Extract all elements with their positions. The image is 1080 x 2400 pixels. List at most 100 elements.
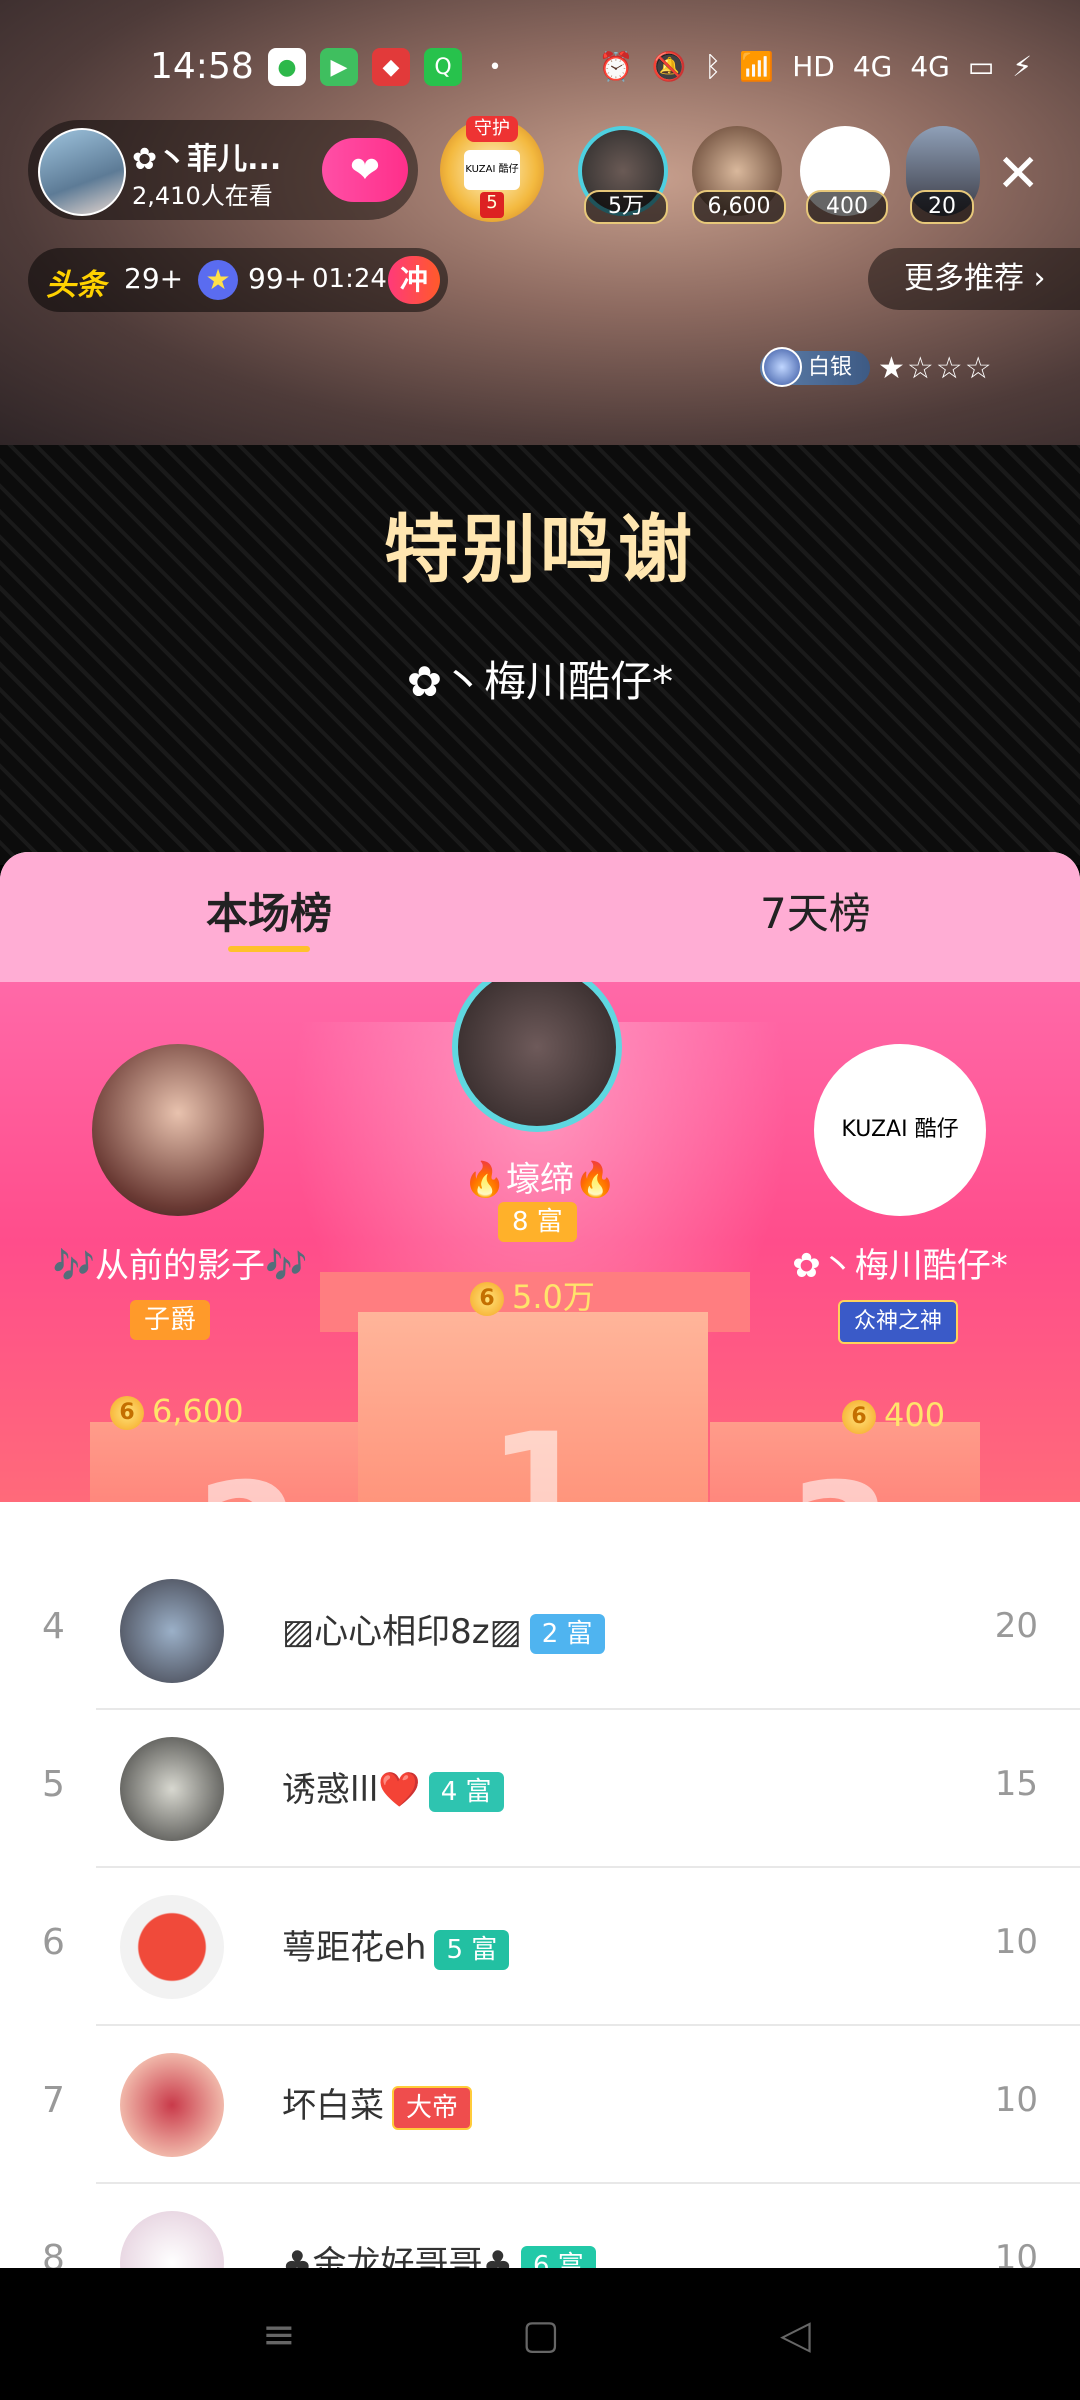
list-item[interactable]: 5 诱惑lll❤️ 4 富 15	[0, 1710, 1080, 1868]
home-icon[interactable]: ▢	[522, 2312, 560, 2358]
coin-icon: 6	[842, 1400, 876, 1434]
tab-underline	[228, 946, 310, 952]
third-place-coin-value: 400	[884, 1396, 946, 1434]
guard-badge[interactable]: 守护 KUZAI 酷仔 5	[440, 116, 544, 222]
second-place-coins: 6 6,600	[110, 1392, 244, 1430]
guard-logo: KUZAI 酷仔	[464, 150, 520, 190]
third-place-coins: 6 400	[842, 1396, 945, 1434]
battery-icon: ▭	[967, 50, 995, 83]
wechat-icon: ●	[268, 48, 306, 86]
host-level: 白银 ★☆☆☆	[760, 347, 994, 388]
tab-seven-days[interactable]: 7天榜	[760, 880, 871, 941]
back-icon[interactable]: ◁	[780, 2312, 811, 2358]
app-icon: ◆	[372, 48, 410, 86]
first-place-coin-value: 5.0万	[512, 1278, 595, 1316]
first-place-wealth-badge: 8 富	[498, 1202, 577, 1242]
list-name-text: 萼距花eh	[282, 1928, 427, 1968]
more-recommend-button[interactable]: 更多推荐 ›	[868, 248, 1080, 310]
wifi-icon: 📶	[739, 50, 775, 83]
avatar[interactable]	[120, 2211, 224, 2272]
third-place-rank-badge: 众神之神	[838, 1300, 959, 1344]
avatar[interactable]	[120, 1895, 224, 1999]
list-name-text: 坏白菜	[282, 2086, 384, 2126]
list-rank: 8	[42, 2238, 65, 2272]
avatar[interactable]	[120, 1579, 224, 1683]
play-store-icon: ▶	[320, 48, 358, 86]
list-score: 15	[994, 1764, 1038, 1804]
thanks-title: 特别鸣谢	[384, 507, 696, 593]
wealth-badge: 4 富	[428, 1771, 504, 1812]
bluetooth-icon: ᛒ	[704, 50, 722, 83]
list-name: 萼距花eh 5 富	[282, 1920, 510, 1970]
list-rank: 5	[42, 1764, 65, 1805]
list-rank: 7	[42, 2080, 65, 2121]
third-place-avatar[interactable]: KUZAI 酷仔	[814, 1044, 986, 1216]
close-icon[interactable]: ✕	[996, 144, 1040, 204]
top-viewer-value-3: 400	[806, 190, 888, 224]
level-stars: ★☆☆☆	[878, 350, 994, 386]
hd-icon: HD	[792, 50, 835, 83]
host-name: ✿丶菲儿...	[132, 142, 282, 177]
list-item[interactable]: 6 萼距花eh 5 富 10	[0, 1868, 1080, 2026]
list-score: 10	[994, 2080, 1038, 2120]
list-item[interactable]: 7 坏白菜 大帝 10	[0, 2026, 1080, 2184]
third-place-name: ✿丶梅川酷仔*	[792, 1246, 1008, 1286]
system-icons: ⏰ 🔕 ᛒ 📶 HD 4G 4G ▭ ⚡	[599, 50, 1032, 83]
list-name: ♣金龙好哥哥♣ 6 富	[282, 2236, 596, 2272]
host-avatar[interactable]	[38, 128, 126, 216]
avatar[interactable]	[120, 2053, 224, 2157]
list-name-text: ▨心心相印8z▨	[282, 1612, 522, 1652]
ranking-tabs: 本场榜 7天榜	[0, 852, 1080, 982]
ranking-panel: 本场榜 7天榜 1 2 3 🔥壕缔🔥 8 富 65.0万 🎶从前的影子🎶 子爵 …	[0, 852, 1080, 2272]
top-viewer-value-4: 20	[910, 190, 974, 224]
viewer-count: 2,410人在看	[132, 182, 273, 210]
iqiyi-icon: Q	[424, 48, 462, 86]
podium-number-2: 2	[196, 1452, 300, 1502]
list-item[interactable]: 4 ▨心心相印8z▨ 2 富 20	[0, 1552, 1080, 1710]
toutiao-label: 头条	[46, 268, 106, 303]
first-place-name: 🔥壕缔🔥	[463, 1160, 617, 1200]
top-viewer-value-2: 6,600	[692, 190, 786, 224]
guard-count: 5	[480, 192, 504, 218]
list-name: 诱惑lll❤️ 4 富	[282, 1762, 504, 1812]
follow-heart-button[interactable]: ❤	[322, 138, 408, 202]
podium-area: 1 2 3 🔥壕缔🔥 8 富 65.0万 🎶从前的影子🎶 子爵 66,600 K…	[0, 982, 1080, 1502]
podium-number-1: 1	[488, 1402, 593, 1502]
guard-title: 守护	[466, 116, 518, 142]
second-place-name: 🎶从前的影子🎶	[52, 1246, 308, 1286]
heart-icon: ❤	[349, 149, 381, 191]
stats-pill[interactable]: 头条 29+ ★ 99+ 01:24 冲	[28, 248, 448, 312]
mute-icon: 🔕	[651, 50, 687, 83]
tab-current-session[interactable]: 本场榜	[206, 880, 332, 941]
list-score: 10	[994, 1922, 1038, 1962]
status-time: 14:58	[150, 46, 254, 87]
star-count: 99+	[248, 262, 308, 295]
system-nav-bar: ≡ ▢ ◁	[0, 2268, 1080, 2400]
second-place-rank-badge: 子爵	[130, 1300, 211, 1340]
level-badge: 白银	[760, 347, 871, 387]
coin-icon: 6	[470, 1282, 504, 1316]
list-score: 20	[994, 1606, 1038, 1646]
thanks-name: ✿丶梅川酷仔*	[406, 657, 674, 706]
host-info-pill[interactable]: ✿丶菲儿... 2,410人在看 ❤	[28, 120, 418, 220]
avatar[interactable]	[120, 1737, 224, 1841]
rank-badge: 大帝	[392, 2085, 473, 2130]
countdown-timer: 01:24	[312, 264, 387, 294]
top-viewer-value-1: 5万	[584, 190, 668, 224]
notification-icons: ● ▶ ◆ Q •	[268, 48, 514, 86]
4g-signal-icon: 4G	[852, 50, 893, 83]
first-place-coins: 6 5.0万	[470, 1272, 595, 1318]
toutiao-count: 29+	[124, 262, 184, 295]
list-score: 10	[994, 2238, 1038, 2272]
list-item[interactable]: 8 ♣金龙好哥哥♣ 6 富 10	[0, 2184, 1080, 2272]
rush-button[interactable]: 冲	[388, 256, 440, 304]
menu-icon[interactable]: ≡	[262, 2312, 296, 2358]
status-bar: 14:58 ● ▶ ◆ Q • ⏰ 🔕 ᛒ 📶 HD 4G 4G ▭ ⚡	[0, 40, 1080, 96]
list-rank: 6	[42, 1922, 65, 1963]
second-place-avatar[interactable]	[92, 1044, 264, 1216]
coin-icon: 6	[110, 1396, 144, 1430]
podium-number-3: 3	[788, 1452, 892, 1502]
wealth-badge: 5 富	[434, 1929, 510, 1970]
4g-signal-icon: 4G	[910, 50, 950, 83]
wealth-badge: 2 富	[529, 1613, 605, 1654]
